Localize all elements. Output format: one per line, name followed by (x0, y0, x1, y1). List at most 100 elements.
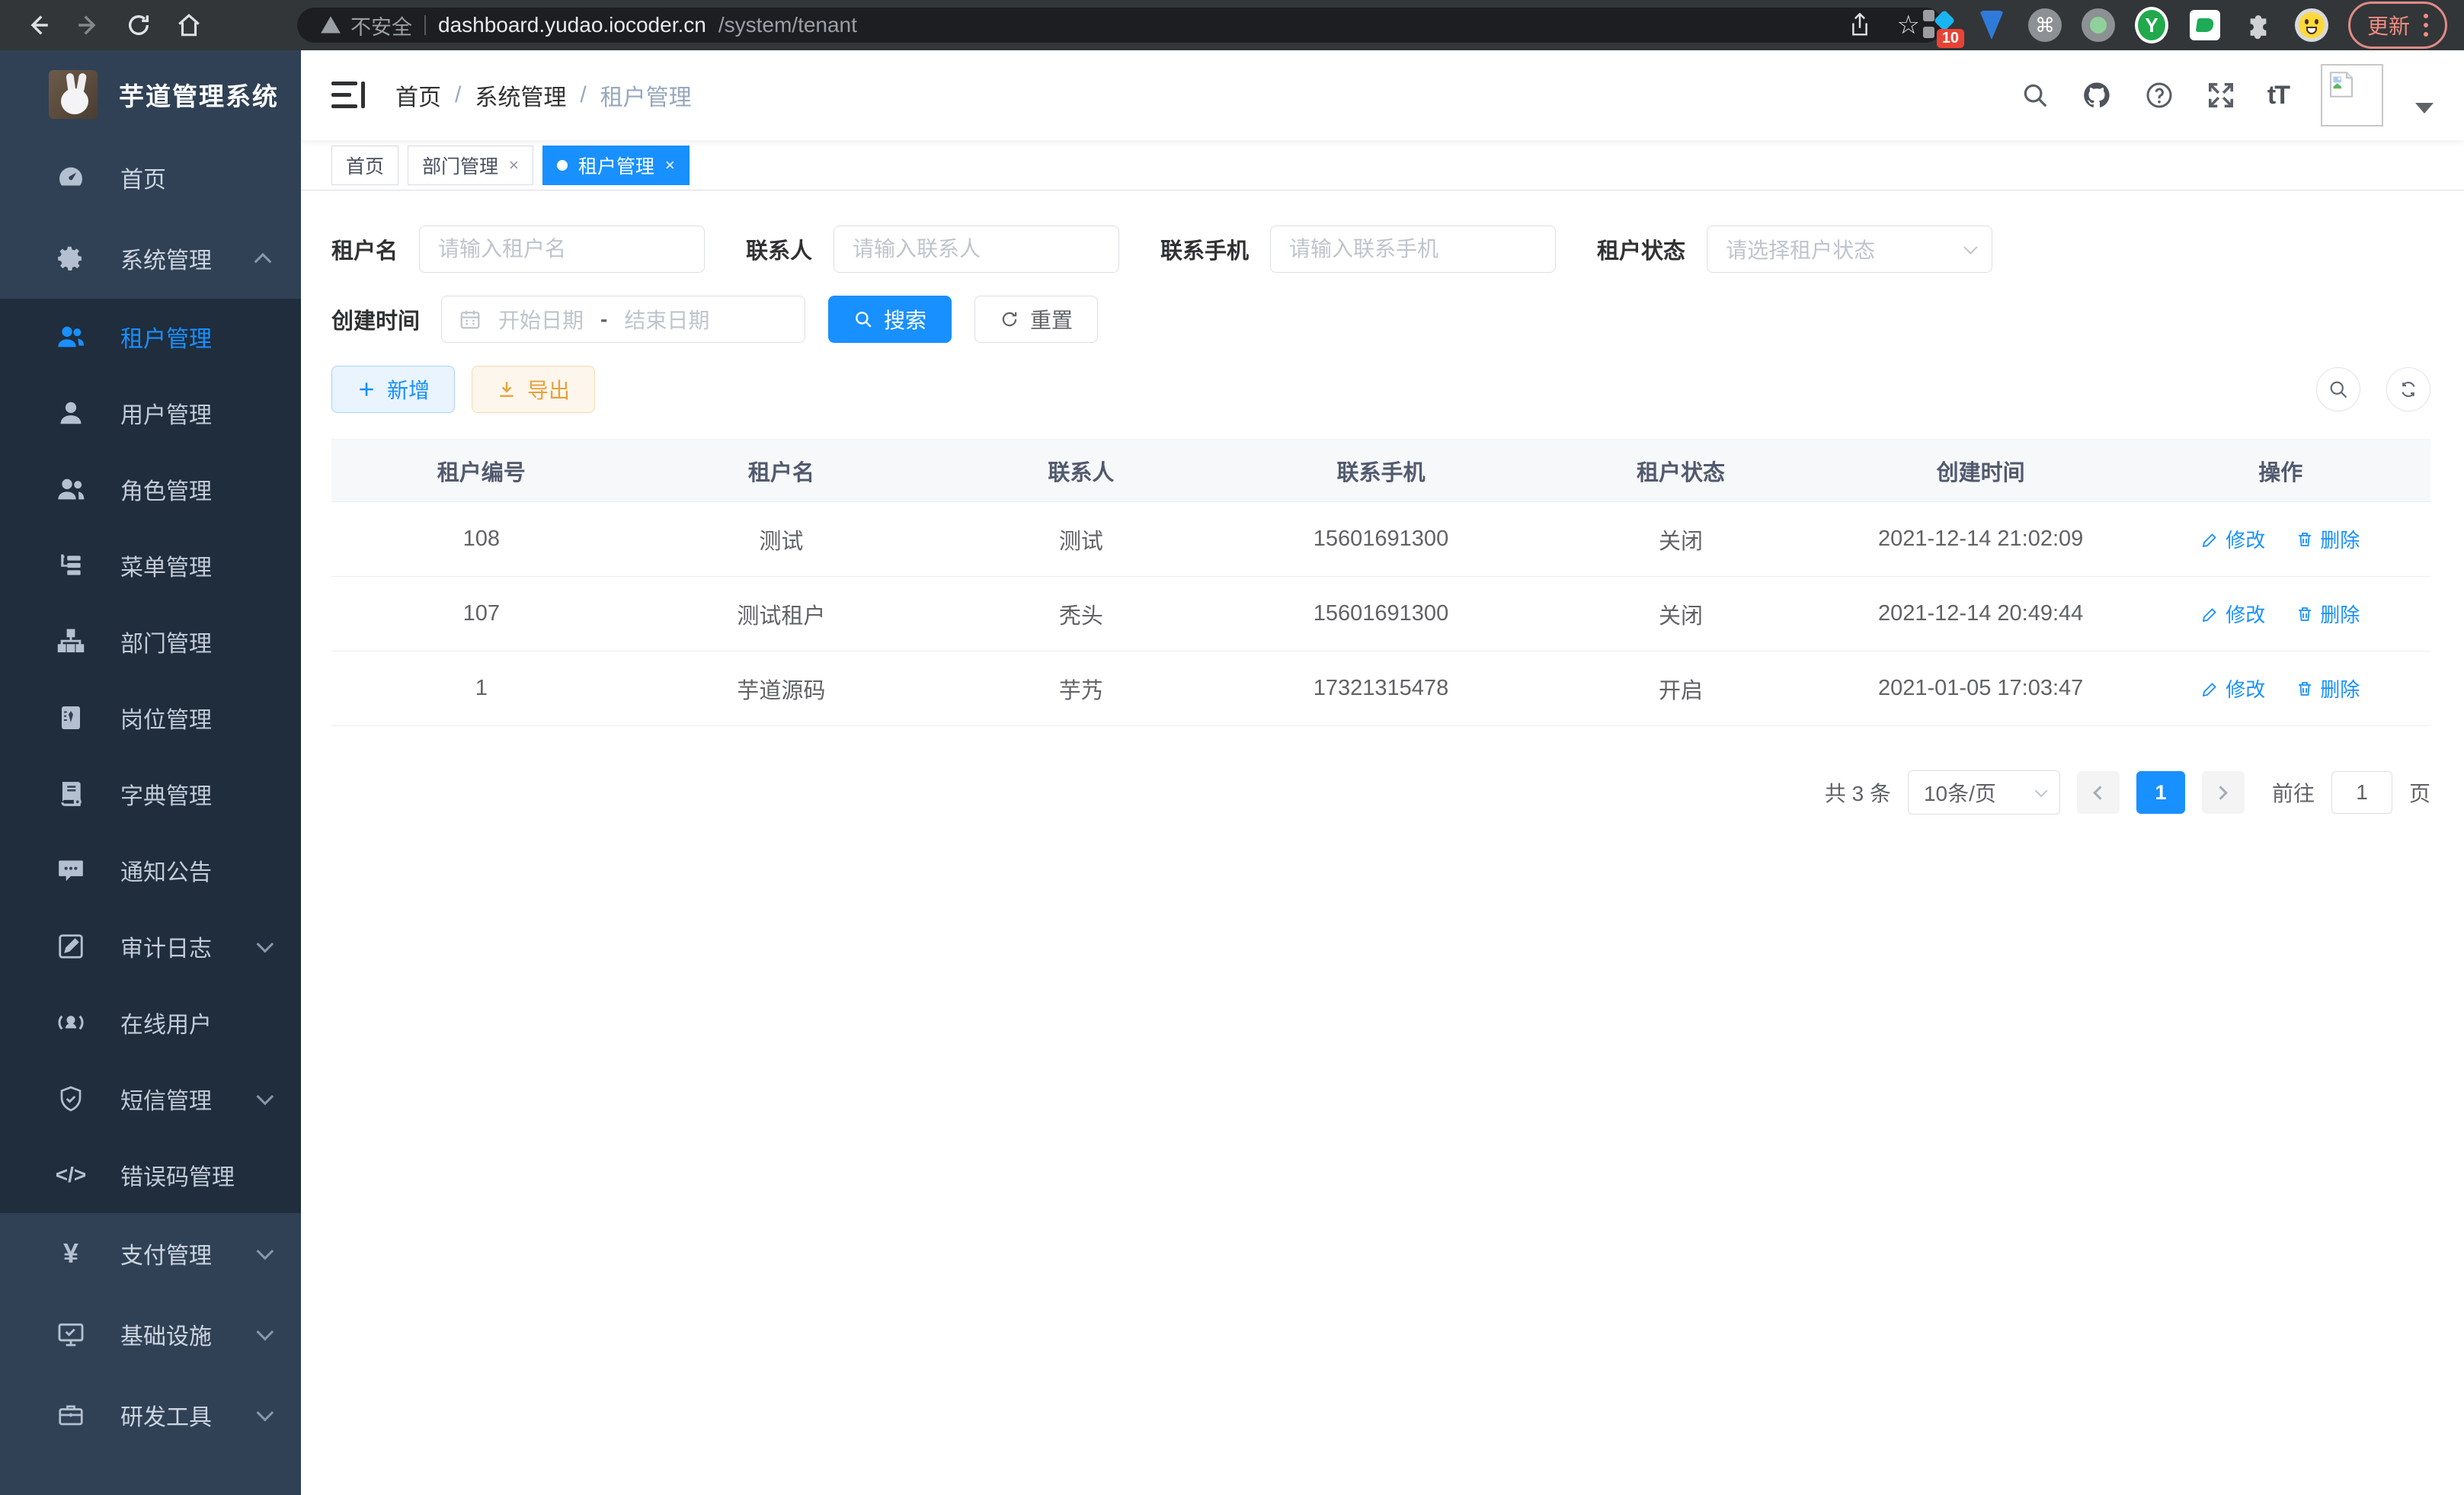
prev-page-button[interactable] (2077, 771, 2120, 814)
export-button[interactable]: 导出 (472, 366, 595, 413)
sidebar-item-online[interactable]: 在线用户 (0, 984, 301, 1061)
breadcrumb-home[interactable]: 首页 (395, 78, 441, 112)
delete-link[interactable]: 删除 (2296, 674, 2360, 703)
export-button-label: 导出 (527, 374, 570, 405)
reload-icon[interactable] (117, 4, 160, 46)
browser-menu-icon[interactable] (2424, 14, 2428, 37)
search-form-row2: 创建时间 开始日期 - 结束日期 搜索 重置 (331, 296, 2430, 343)
cell-status: 关闭 (1531, 523, 1831, 555)
table-row: 108 测试 测试 15601691300 关闭 2021-12-14 21:0… (331, 502, 2430, 577)
sidebar-item-role[interactable]: 角色管理 (0, 451, 301, 527)
status-select[interactable]: 请选择租户状态 (1707, 226, 1992, 273)
profile-avatar-icon[interactable] (2295, 8, 2328, 42)
extensions-puzzle-icon[interactable] (2242, 8, 2275, 42)
sidebar-item-system[interactable]: 系统管理 (0, 218, 301, 299)
tab-home[interactable]: 首页 (331, 146, 398, 185)
fullscreen-icon[interactable] (2206, 81, 2235, 110)
user-icon (53, 399, 88, 427)
date-range-picker[interactable]: 开始日期 - 结束日期 (441, 296, 805, 343)
table-row: 1 芋道源码 芋艿 17321315478 开启 2021-01-05 17:0… (331, 651, 2430, 726)
extension-recorder-icon[interactable] (2082, 8, 2115, 42)
sidebar-item-home[interactable]: 首页 (0, 137, 301, 218)
edit-link[interactable]: 修改 (2201, 674, 2265, 703)
chevron-left-icon (2094, 786, 2107, 799)
tenant-name-input[interactable] (419, 226, 705, 273)
close-icon[interactable]: × (509, 155, 519, 175)
page-size-select[interactable]: 10条/页 (1908, 770, 2060, 815)
chrome-update-button[interactable]: 更新 (2348, 2, 2447, 49)
extension-kite-icon[interactable] (1975, 8, 2008, 42)
sidebar-item-dict[interactable]: 字典管理 (0, 756, 301, 832)
tab-tenant[interactable]: 租户管理 × (542, 146, 690, 185)
next-page-button[interactable] (2202, 771, 2245, 814)
app-logo[interactable]: 芋道管理系统 (0, 50, 301, 137)
sidebar-item-notice[interactable]: 通知公告 (0, 832, 301, 908)
search-icon (2328, 379, 2349, 400)
page-unit-label: 页 (2409, 777, 2430, 808)
cell-created: 2021-12-14 21:02:09 (1831, 527, 2131, 552)
user-avatar[interactable] (2321, 64, 2383, 126)
sidebar-item-pay[interactable]: ¥ 支付管理 (0, 1213, 301, 1294)
chevron-right-icon (2214, 786, 2228, 799)
collapse-sidebar-icon[interactable] (331, 80, 365, 110)
screen: 不安全 dashboard.yudao.iocoder.cn/system/te… (0, 0, 2464, 1495)
cell-tenant-id: 107 (331, 601, 632, 626)
date-end-placeholder[interactable]: 结束日期 (624, 304, 709, 335)
back-icon[interactable] (17, 4, 59, 46)
bookmark-star-icon[interactable]: ☆ (1897, 12, 1920, 38)
col-actions: 操作 (2130, 455, 2430, 487)
delete-link[interactable]: 删除 (2296, 600, 2360, 628)
edit-icon (2201, 605, 2219, 623)
cell-mobile: 17321315478 (1231, 676, 1531, 701)
url-bar[interactable]: 不安全 dashboard.yudao.iocoder.cn/system/te… (297, 8, 1943, 43)
browser-toolbar: 不安全 dashboard.yudao.iocoder.cn/system/te… (0, 0, 2464, 50)
cell-contact: 秃头 (931, 598, 1231, 630)
search-icon[interactable] (2021, 81, 2050, 110)
github-icon[interactable] (2082, 80, 2112, 110)
extension-chat-icon[interactable] (2188, 8, 2222, 42)
people-icon (53, 474, 88, 504)
edit-link[interactable]: 修改 (2201, 600, 2265, 628)
sidebar-item-errorcode[interactable]: </> 错误码管理 (0, 1137, 301, 1213)
avatar-caret-icon[interactable] (2415, 103, 2434, 114)
sidebar-item-tenant[interactable]: 租户管理 (0, 299, 301, 375)
sidebar-item-label: 系统管理 (120, 242, 212, 275)
search-button[interactable]: 搜索 (828, 296, 952, 343)
sidebar-item-devtools[interactable]: 研发工具 (0, 1375, 301, 1455)
add-button[interactable]: 新增 (331, 366, 455, 413)
forward-icon[interactable] (67, 4, 110, 46)
breadcrumb-section[interactable]: 系统管理 (475, 78, 566, 112)
sidebar-item-user[interactable]: 用户管理 (0, 375, 301, 451)
search-form-row1: 租户名 联系人 联系手机 租户状态 请选择租户状态 (331, 226, 2430, 273)
chevron-up-icon (254, 253, 272, 271)
font-size-icon[interactable]: tT (2267, 81, 2289, 110)
goto-page-input[interactable] (2331, 771, 2392, 814)
close-icon[interactable]: × (665, 155, 675, 175)
sidebar-item-menu[interactable]: 菜单管理 (0, 527, 301, 603)
app-title: 芋道管理系统 (119, 76, 279, 113)
contact-input[interactable] (834, 226, 1119, 273)
extension-command-icon[interactable]: ⌘ (2028, 8, 2062, 42)
table-search-toggle-button[interactable] (2316, 367, 2360, 411)
sidebar-item-infra[interactable]: 基础设施 (0, 1294, 301, 1375)
share-icon[interactable] (1848, 13, 1871, 37)
date-start-placeholder[interactable]: 开始日期 (498, 304, 584, 335)
delete-link[interactable]: 删除 (2296, 525, 2360, 553)
cell-tenant-name: 芋道源码 (632, 673, 932, 705)
home-icon[interactable] (168, 4, 210, 46)
edit-link[interactable]: 修改 (2201, 525, 2265, 553)
reset-button[interactable]: 重置 (974, 296, 1098, 343)
cell-status: 关闭 (1531, 598, 1831, 630)
tab-dept[interactable]: 部门管理 × (408, 146, 533, 185)
help-icon[interactable] (2144, 80, 2174, 110)
security-warning[interactable]: 不安全 (320, 11, 412, 40)
extension-yudao-icon[interactable]: Y (2135, 8, 2168, 42)
current-page-button[interactable]: 1 (2136, 771, 2185, 814)
extension-tabs-icon[interactable]: 10 (1922, 8, 1955, 42)
table-refresh-button[interactable] (2386, 367, 2430, 411)
sidebar-item-dept[interactable]: 部门管理 (0, 603, 301, 680)
sidebar-item-sms[interactable]: 短信管理 (0, 1061, 301, 1137)
mobile-input[interactable] (1270, 226, 1556, 273)
sidebar-item-auditlog[interactable]: 审计日志 (0, 908, 301, 984)
sidebar-item-post[interactable]: 岗位管理 (0, 680, 301, 756)
